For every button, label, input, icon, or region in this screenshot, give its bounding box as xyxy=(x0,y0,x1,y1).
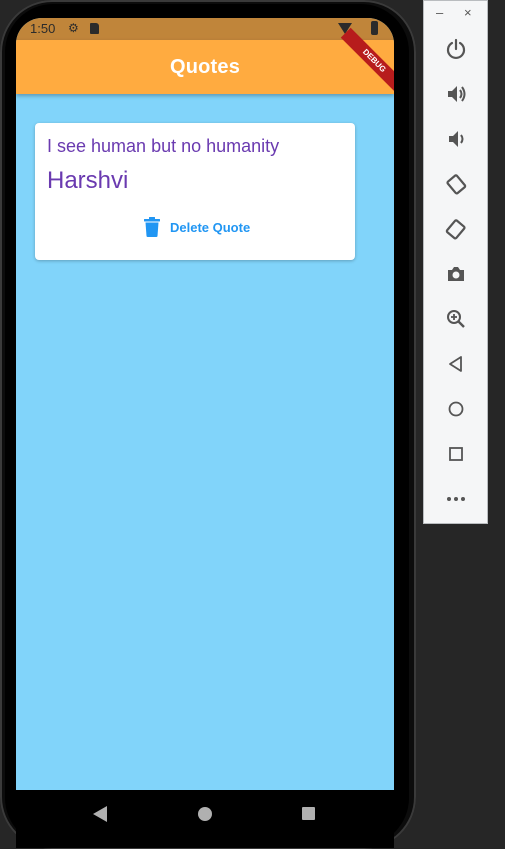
emulator-toolbar: – × xyxy=(423,0,488,524)
rotate-right-icon[interactable] xyxy=(444,217,468,241)
overview-icon[interactable] xyxy=(302,807,315,820)
app-bar: Quotes DEBUG xyxy=(16,27,394,95)
device-screen: 1:50 ⚙ Quotes DEBUG I see human but no h… xyxy=(16,18,394,848)
battery-icon xyxy=(371,21,378,35)
sd-card-icon xyxy=(90,23,99,34)
trash-icon xyxy=(144,217,160,237)
minimize-icon[interactable]: – xyxy=(436,5,443,20)
camera-icon[interactable] xyxy=(444,262,468,286)
close-icon[interactable]: × xyxy=(464,5,472,20)
phone-frame: 1:50 ⚙ Quotes DEBUG I see human but no h… xyxy=(0,0,416,849)
power-icon[interactable] xyxy=(444,37,468,61)
settings-icon: ⚙ xyxy=(68,21,79,35)
back-icon[interactable] xyxy=(444,352,468,376)
status-bar: 1:50 ⚙ xyxy=(16,18,394,40)
home-icon[interactable] xyxy=(444,397,468,421)
overview-icon[interactable] xyxy=(444,442,468,466)
delete-quote-button[interactable]: Delete Quote xyxy=(143,215,250,239)
volume-down-icon[interactable] xyxy=(444,127,468,151)
volume-up-icon[interactable] xyxy=(444,82,468,106)
home-icon[interactable] xyxy=(198,807,212,821)
android-nav-bar xyxy=(16,790,394,848)
delete-quote-label: Delete Quote xyxy=(170,219,251,235)
zoom-icon[interactable] xyxy=(444,307,468,331)
rotate-left-icon[interactable] xyxy=(444,172,468,196)
status-time: 1:50 xyxy=(30,21,56,36)
more-icon[interactable] xyxy=(444,487,468,511)
quote-text: I see human but no humanity xyxy=(47,136,280,156)
back-icon[interactable] xyxy=(92,805,108,823)
page-title: Quotes xyxy=(169,56,241,78)
quote-author: Harshvi xyxy=(47,167,129,194)
quote-card: I see human but no humanity Harshvi Dele… xyxy=(35,123,355,260)
